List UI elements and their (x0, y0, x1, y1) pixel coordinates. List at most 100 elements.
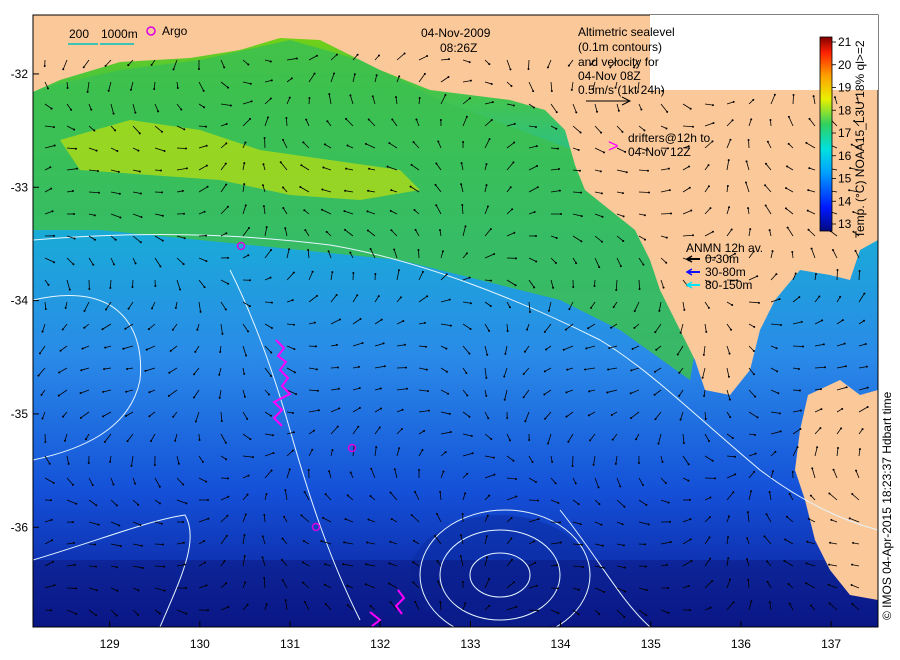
velocity-arrow-head (602, 566, 605, 569)
velocity-arrow-head (461, 513, 464, 516)
velocity-arrow-head (435, 162, 438, 165)
velocity-arrow-head (733, 455, 736, 458)
velocity-arrow-head (488, 63, 491, 66)
argo-legend-label: Argo (162, 24, 188, 38)
colorbar-tick-label: 13 (838, 217, 852, 231)
velocity-arrow-head (469, 327, 472, 330)
velocity-arrow-head (292, 323, 295, 326)
x-tick-label: 132 (370, 637, 390, 651)
velocity-arrow-head (316, 389, 319, 392)
velocity-arrow-head (796, 446, 799, 449)
altimetry-line-1: Altimetric sealevel (578, 25, 675, 39)
velocity-arrow-head (412, 141, 415, 144)
velocity-arrow-head (597, 486, 600, 489)
velocity-arrow-head (572, 285, 575, 288)
velocity-arrow-head (600, 192, 603, 195)
velocity-arrow-head (388, 562, 391, 565)
velocity-arrow-head (708, 516, 711, 519)
velocity-arrow-head (810, 247, 813, 250)
velocity-arrow (792, 389, 801, 391)
velocity-arrow-head (555, 111, 558, 114)
velocity-arrow-head (646, 169, 649, 172)
velocity-arrow-head (388, 582, 391, 585)
velocity-arrow-head (645, 614, 648, 617)
velocity-arrow-head (349, 94, 352, 97)
velocity-arrow-head (366, 229, 369, 232)
velocity-arrow-head (551, 460, 554, 463)
velocity-arrow-head (461, 204, 464, 207)
velocity-arrow-head (74, 147, 77, 150)
velocity-arrow-head (58, 371, 61, 374)
velocity-arrow-head (556, 587, 559, 590)
velocity-arrow-head (547, 442, 550, 445)
velocity-arrow-head (71, 190, 74, 193)
velocity-arrow-head (283, 515, 286, 518)
velocity-arrow-head (185, 612, 188, 615)
velocity-arrow-head (345, 117, 348, 120)
velocity-arrow-head (112, 263, 115, 266)
velocity-arrow-head (225, 183, 228, 186)
velocity-arrow-head (380, 318, 383, 321)
velocity-arrow-head (503, 398, 506, 401)
velocity-arrow-head (667, 167, 670, 170)
velocity-arrow-head (630, 369, 633, 372)
velocity-arrow-head (147, 328, 150, 331)
velocity-arrow-head (356, 53, 359, 56)
velocity-arrow-head (523, 350, 526, 353)
velocity-arrow-head (688, 609, 691, 612)
velocity-arrow-head (509, 68, 512, 71)
velocity-arrow-head (181, 189, 184, 192)
map-date: 04-Nov-2009 (421, 26, 491, 40)
velocity-arrow-head (269, 97, 272, 100)
velocity-arrow-head (51, 210, 54, 213)
velocity-arrow-head (206, 609, 209, 612)
velocity-arrow-head (775, 347, 778, 350)
velocity-arrow-head (489, 228, 492, 231)
velocity-arrow-head (688, 186, 691, 189)
velocity-arrow-head (196, 328, 199, 331)
velocity-arrow-head (512, 161, 515, 164)
velocity-arrow-head (515, 605, 518, 608)
velocity-arrow-head (464, 492, 467, 495)
velocity-arrow-head (356, 294, 359, 297)
velocity-arrow-head (844, 365, 847, 368)
velocity-arrow-head (778, 412, 781, 415)
velocity-arrow-head (331, 271, 334, 274)
velocity-arrow-head (488, 604, 491, 607)
x-tick-label: 133 (460, 637, 480, 651)
altimetry-line-4: 04-Nov 08Z (578, 69, 641, 83)
velocity-arrow-head (364, 142, 367, 145)
velocity-arrow-head (800, 320, 803, 323)
velocity-arrow-head (611, 438, 614, 441)
velocity-arrow-head (95, 614, 98, 617)
velocity-arrow-head (764, 162, 767, 165)
velocity-arrow-head (335, 53, 338, 56)
velocity-arrow-head (587, 414, 590, 417)
velocity-arrow-head (555, 236, 558, 239)
velocity-arrow-head (488, 577, 491, 580)
velocity-arrow-head (621, 130, 624, 133)
velocity-arrow-head (665, 236, 668, 239)
velocity-arrow-head (335, 293, 338, 296)
velocity-arrow-head (418, 97, 421, 100)
velocity-arrow-head (126, 367, 129, 370)
velocity-arrow-head (602, 151, 605, 154)
velocity-arrow-head (73, 563, 76, 566)
velocity-arrow-head (750, 118, 753, 121)
velocity-arrow-head (244, 513, 247, 516)
velocity-arrow-head (265, 226, 268, 229)
velocity-arrow-head (485, 163, 488, 166)
velocity-arrow-head (783, 559, 786, 562)
velocity-arrow-head (311, 448, 314, 451)
velocity-arrow-head (709, 557, 712, 560)
velocity-arrow-head (338, 407, 341, 410)
velocity-arrow-head (841, 319, 844, 322)
velocity-arrow-head (227, 495, 230, 498)
velocity-arrow-head (704, 417, 707, 420)
velocity-arrow-head (305, 118, 308, 121)
velocity-arrow-head (797, 367, 800, 370)
velocity-arrow-head (707, 164, 710, 167)
velocity-arrow-head (182, 541, 185, 544)
velocity-arrow-head (153, 463, 156, 466)
velocity-arrow-head (623, 566, 626, 569)
